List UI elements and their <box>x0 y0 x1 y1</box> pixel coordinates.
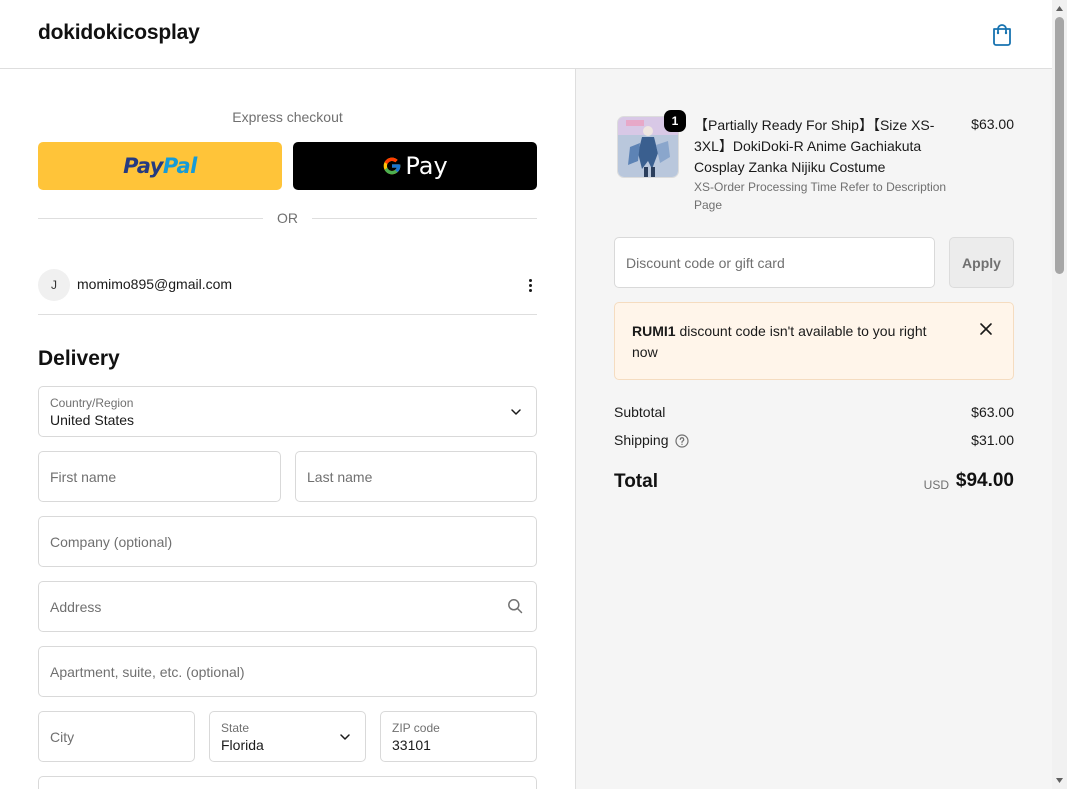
last-name-field[interactable]: Last name <box>295 451 537 502</box>
city-field[interactable]: City <box>38 711 195 762</box>
state-label: State <box>221 721 250 735</box>
scroll-down-arrow-icon[interactable] <box>1055 776 1064 785</box>
notice-body: discount code isn't available to you rig… <box>632 323 927 360</box>
discount-code-input[interactable]: Discount code or gift card <box>614 237 935 288</box>
address-placeholder: Address <box>50 599 102 615</box>
address-field[interactable]: Address <box>38 581 537 632</box>
quantity-badge: 1 <box>664 110 686 132</box>
last-name-placeholder: Last name <box>307 469 373 485</box>
total-currency: USD <box>923 478 949 492</box>
zip-value: 33101 <box>392 737 431 753</box>
shipping-row-label: Shipping <box>614 432 689 448</box>
subtotal-label: Subtotal <box>614 404 666 420</box>
apartment-field[interactable]: Apartment, suite, etc. (optional) <box>38 646 537 697</box>
subtotal-value: $63.00 <box>971 404 1014 420</box>
header: dokidokicosplay <box>0 0 1052 69</box>
shipping-label: Shipping <box>614 432 669 448</box>
checkout-main: Express checkout PayPal Pay OR J momimo8… <box>0 69 575 789</box>
discount-error-notice: RUMI1 discount code isn't available to y… <box>614 302 1014 380</box>
zip-field[interactable]: ZIP code 33101 <box>380 711 537 762</box>
help-circle-icon[interactable] <box>674 434 689 448</box>
city-placeholder: City <box>50 729 75 745</box>
phone-field[interactable] <box>38 776 537 789</box>
country-label: Country/Region <box>50 396 134 410</box>
google-g-icon <box>384 157 401 175</box>
account-email: momimo895@gmail.com <box>77 276 233 292</box>
account-row: J momimo895@gmail.com <box>38 267 537 315</box>
state-value: Florida <box>221 737 264 753</box>
product-price: $63.00 <box>971 116 1014 132</box>
total-value: $94.00 <box>955 470 1014 491</box>
product-variant: XS-Order Processing Time Refer to Descri… <box>694 180 947 212</box>
zip-label: ZIP code <box>392 721 440 735</box>
express-checkout-title: Express checkout <box>232 109 343 125</box>
divider-line <box>312 218 537 219</box>
google-pay-button[interactable]: Pay <box>293 142 537 190</box>
first-name-field[interactable]: First name <box>38 451 281 502</box>
notice-message: RUMI1 discount code isn't available to y… <box>632 321 942 363</box>
close-icon[interactable] <box>979 322 993 336</box>
product-title: 【Partially Ready For Ship】【Size XS-3XL】D… <box>694 117 935 175</box>
more-vertical-icon[interactable] <box>523 272 537 298</box>
state-select[interactable]: State Florida <box>209 711 366 762</box>
apply-discount-button[interactable]: Apply <box>949 237 1014 288</box>
company-placeholder: Company (optional) <box>50 534 173 550</box>
total-label: Total <box>614 471 658 492</box>
chevron-down-icon <box>340 734 350 740</box>
paypal-button[interactable]: PayPal <box>38 142 282 190</box>
discount-placeholder: Discount code or gift card <box>626 255 785 271</box>
country-value: United States <box>50 412 135 428</box>
delivery-heading: Delivery <box>38 347 120 370</box>
paypal-logo: PayPal <box>123 154 197 178</box>
scrollbar-thumb[interactable] <box>1055 17 1064 274</box>
avatar: J <box>38 269 70 301</box>
order-summary: 1 【Partially Ready For Ship】【Size XS-3XL… <box>575 69 1052 789</box>
apartment-placeholder: Apartment, suite, etc. (optional) <box>50 664 245 680</box>
scroll-up-arrow-icon[interactable] <box>1055 4 1064 13</box>
chevron-down-icon <box>511 409 521 415</box>
country-select[interactable]: Country/Region United States <box>38 386 537 437</box>
discount-code-text: RUMI1 <box>632 323 676 339</box>
first-name-placeholder: First name <box>50 469 117 485</box>
google-pay-label: Pay <box>405 152 448 180</box>
shipping-value: $31.00 <box>971 432 1014 448</box>
shopping-bag-icon[interactable] <box>988 21 1016 49</box>
page-scrollbar[interactable] <box>1052 0 1067 789</box>
search-icon <box>508 599 523 614</box>
store-logo[interactable]: dokidokicosplay <box>38 21 200 45</box>
or-divider: OR <box>38 209 537 227</box>
company-field[interactable]: Company (optional) <box>38 516 537 567</box>
